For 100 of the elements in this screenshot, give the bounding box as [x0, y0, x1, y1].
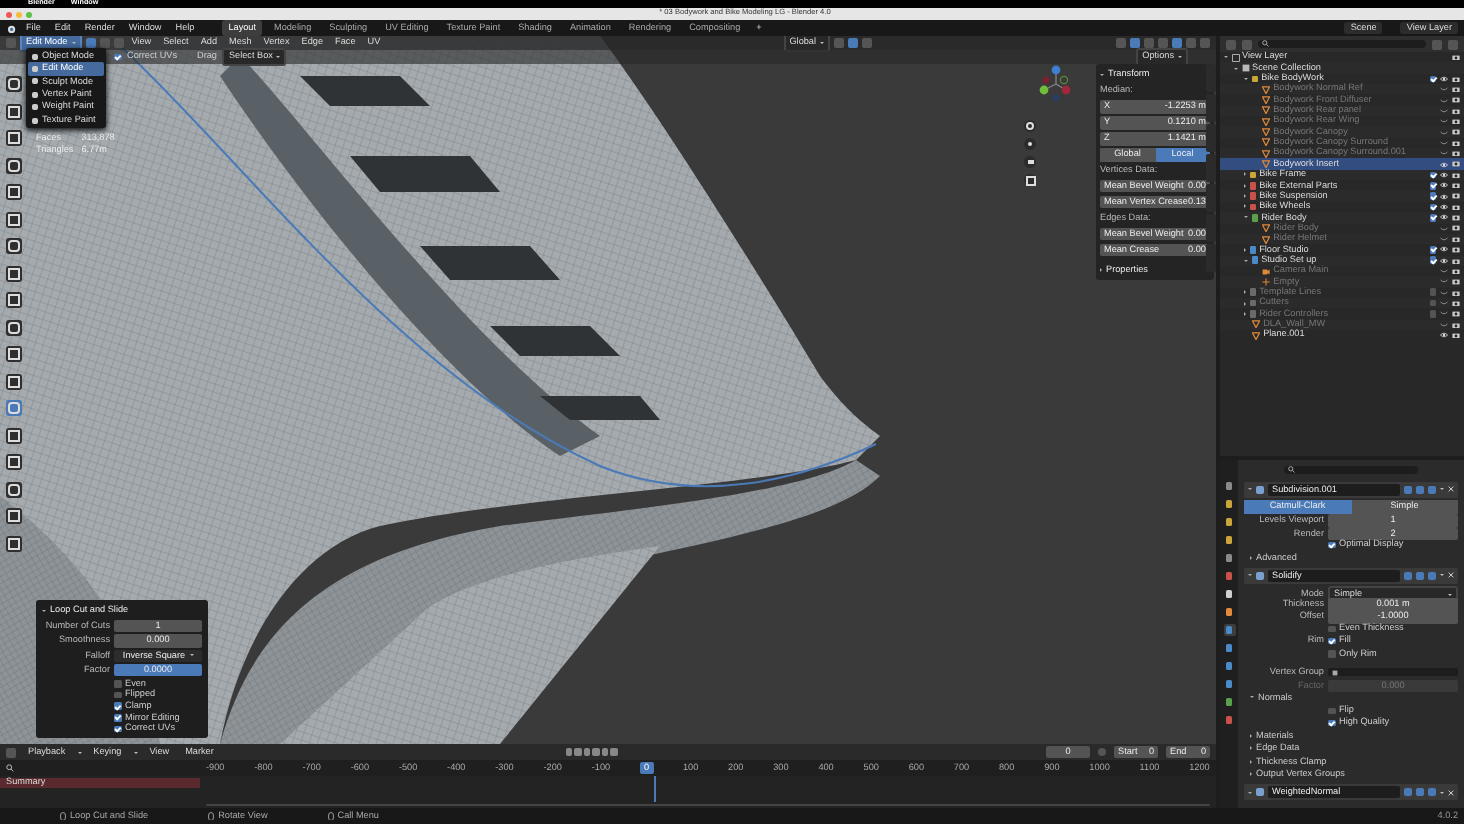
eye-icon[interactable] — [1440, 257, 1448, 264]
checkbox[interactable] — [1429, 203, 1436, 211]
eye-icon[interactable] — [1440, 332, 1448, 339]
checkbox[interactable] — [114, 691, 121, 699]
eye-icon[interactable] — [1440, 75, 1448, 82]
eye-closed-icon[interactable] — [1440, 289, 1448, 296]
viewport-toggle-icon[interactable] — [1416, 485, 1424, 494]
camera-icon[interactable] — [1452, 299, 1460, 307]
camera-icon[interactable] — [1452, 289, 1460, 296]
vertex-group-field[interactable] — [1328, 667, 1458, 677]
camera-icon[interactable] — [1452, 96, 1460, 104]
camera-icon[interactable] — [1452, 310, 1460, 318]
viewport-toggle-icon[interactable] — [1416, 788, 1424, 797]
eye-closed-icon[interactable] — [1440, 139, 1448, 146]
checkbox[interactable] — [1429, 75, 1436, 83]
overlay-toggle-icon[interactable] — [1130, 38, 1140, 48]
render-toggle-icon[interactable] — [1428, 485, 1436, 494]
properties-tab[interactable] — [1223, 696, 1235, 708]
camera-icon[interactable] — [1452, 53, 1460, 61]
camera-icon[interactable] — [1452, 257, 1460, 264]
eye-closed-icon[interactable] — [1440, 321, 1448, 328]
checkbox[interactable] — [1328, 637, 1335, 645]
eye-closed-icon[interactable] — [1440, 107, 1448, 114]
properties-tab[interactable] — [1223, 480, 1235, 492]
camera-icon[interactable] — [1452, 107, 1460, 115]
eye-icon[interactable] — [1440, 193, 1448, 200]
close-icon[interactable] — [1448, 486, 1454, 493]
checkbox[interactable] — [1429, 214, 1436, 222]
eye-closed-icon[interactable] — [1440, 278, 1448, 285]
camera-icon[interactable] — [1452, 192, 1460, 200]
camera-icon[interactable] — [1452, 150, 1460, 157]
eye-icon[interactable] — [1440, 171, 1448, 178]
camera-icon[interactable] — [1452, 203, 1460, 211]
gizmo-toggle-icon[interactable] — [1116, 38, 1126, 48]
camera-icon[interactable] — [1452, 331, 1460, 339]
close-icon[interactable] — [1448, 789, 1454, 796]
camera-icon[interactable] — [1452, 86, 1460, 93]
camera-icon[interactable] — [1452, 235, 1460, 243]
eye-closed-icon[interactable] — [1440, 236, 1448, 242]
camera-icon[interactable] — [1452, 321, 1460, 328]
camera-icon[interactable] — [1452, 267, 1460, 275]
eye-closed-icon[interactable] — [1440, 300, 1448, 307]
camera-icon[interactable] — [1452, 75, 1460, 83]
checkbox[interactable] — [1429, 182, 1436, 190]
properties-tab[interactable] — [1223, 552, 1235, 564]
render-toggle-icon[interactable] — [1428, 788, 1436, 797]
checkbox[interactable] — [1328, 625, 1335, 633]
eye-icon[interactable] — [1440, 214, 1448, 221]
eye-closed-icon[interactable] — [1440, 118, 1448, 125]
checkbox[interactable] — [1328, 719, 1335, 727]
checkbox[interactable] — [1429, 310, 1436, 318]
search-field[interactable] — [1284, 465, 1418, 475]
search-icon[interactable] — [6, 764, 14, 772]
eye-closed-icon[interactable] — [1440, 97, 1448, 104]
properties-tab[interactable] — [1223, 498, 1235, 510]
zoom-icon[interactable] — [1024, 120, 1036, 132]
camera-icon[interactable] — [1452, 139, 1460, 147]
properties-tab[interactable] — [1223, 678, 1235, 690]
tool-icon[interactable] — [6, 76, 22, 92]
edit-mode-toggle-icon[interactable] — [1404, 485, 1412, 494]
eye-icon[interactable] — [1440, 203, 1448, 210]
checkbox[interactable] — [114, 53, 121, 61]
grid-view-icon[interactable] — [1024, 174, 1036, 186]
scrollbar[interactable] — [206, 803, 1210, 806]
properties-tab[interactable] — [1223, 642, 1235, 654]
properties-tab[interactable] — [1223, 588, 1235, 600]
camera-icon[interactable] — [1452, 278, 1460, 286]
eye-icon[interactable] — [1440, 182, 1448, 189]
eye-closed-icon[interactable] — [1440, 86, 1448, 93]
checkbox[interactable] — [1429, 256, 1436, 264]
eye-closed-icon[interactable] — [1440, 225, 1448, 232]
properties-tab[interactable] — [1223, 516, 1235, 528]
camera-view-icon[interactable] — [1024, 156, 1036, 168]
edit-mode-toggle-icon[interactable] — [1404, 788, 1412, 797]
camera-icon[interactable] — [1452, 246, 1460, 254]
eye-closed-icon[interactable] — [1440, 268, 1448, 275]
checkbox[interactable] — [1429, 246, 1436, 254]
checkbox[interactable] — [1328, 650, 1335, 658]
checkbox[interactable] — [1429, 299, 1436, 307]
checkbox[interactable] — [114, 702, 121, 710]
edit-mode-toggle-icon[interactable] — [1404, 571, 1412, 580]
eye-closed-icon[interactable] — [1440, 129, 1448, 136]
camera-icon[interactable] — [1452, 214, 1460, 222]
checkbox[interactable] — [1328, 541, 1335, 549]
eye-icon[interactable] — [1440, 246, 1448, 253]
checkbox[interactable] — [114, 680, 121, 688]
camera-icon[interactable] — [1452, 182, 1460, 189]
tool-icon[interactable] — [6, 238, 22, 254]
camera-icon[interactable] — [1452, 128, 1460, 136]
properties-tab[interactable] — [1223, 534, 1235, 546]
render-toggle-icon[interactable] — [1428, 571, 1436, 580]
properties-tab[interactable] — [1223, 660, 1235, 672]
checkbox[interactable] — [1429, 192, 1436, 200]
eye-closed-icon[interactable] — [1440, 150, 1448, 157]
camera-icon[interactable] — [1452, 118, 1460, 125]
viewport-toggle-icon[interactable] — [1416, 571, 1424, 580]
checkbox[interactable] — [1429, 288, 1436, 296]
checkbox[interactable] — [114, 725, 121, 733]
properties-tab[interactable] — [1223, 624, 1235, 636]
checkbox[interactable] — [1328, 707, 1335, 715]
